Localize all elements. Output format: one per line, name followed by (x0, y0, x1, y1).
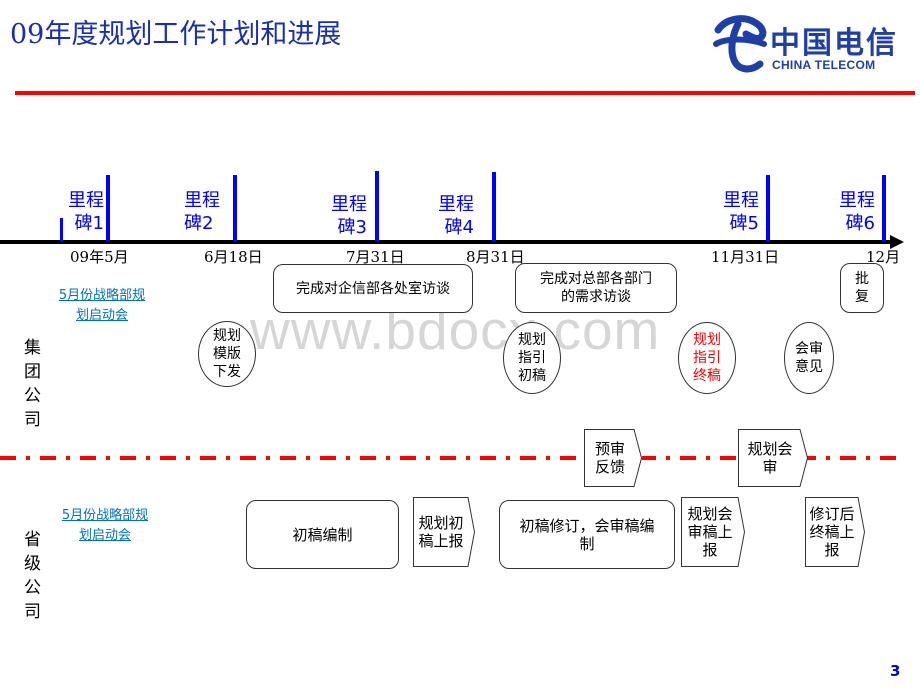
china-telecom-logo: 中国电信 CHINA TELECOM (712, 14, 912, 78)
timeline-axis (0, 240, 892, 244)
box-approval: 批 复 (840, 263, 884, 313)
header-divider (15, 91, 915, 95)
box-draft-compile: 初稿编制 (246, 500, 399, 569)
milestone-tick-3 (375, 171, 379, 242)
milestone-label-6: 里程 碑6 (839, 190, 875, 234)
logo-chinese: 中国电信 (770, 26, 898, 61)
province-company-label: 省 级 公 司 (24, 530, 41, 622)
milestone-label-2: 里程 碑2 (184, 190, 220, 234)
china-telecom-e-icon (713, 15, 767, 73)
group-company-label: 集 团 公 司 (24, 338, 41, 430)
milestone-label-4: 里程 碑4 (438, 194, 474, 238)
milestone-label-3: 里程 碑3 (331, 194, 367, 238)
milestone-tick-6 (882, 175, 886, 242)
oval-template-release: 规划 模版 下发 (198, 321, 256, 387)
page-title: 09年度规划工作计划和进展 (10, 19, 342, 50)
chevron-draft-report: 规划初 稿上报 (413, 497, 475, 567)
milestone-label-5: 里程 碑5 (723, 190, 759, 234)
province-kickoff-link[interactable]: 5月份战略部规 划启动会 (45, 506, 165, 546)
group-kickoff-link[interactable]: 5月份战略部规 划启动会 (42, 286, 162, 326)
oval-guide-final: 规划 指引 终稿 (678, 322, 736, 394)
oval-guide-draft: 规划 指引 初稿 (503, 322, 561, 394)
box-draft-revise: 初稿修订，会审稿编 制 (499, 500, 675, 569)
date-label-4: 8月31日 (466, 248, 525, 266)
date-label-5: 11月31日 (711, 248, 780, 266)
milestone-tick-4 (492, 172, 496, 242)
chevron-joint-review: 规划会审 (738, 429, 808, 487)
date-label-2: 6月18日 (204, 248, 263, 266)
chevron-pre-review-feedback: 预审 反馈 (584, 429, 642, 487)
milestone-tick-2 (233, 175, 237, 242)
milestone-tick-1 (106, 175, 110, 242)
milestone-label-1: 里程 碑1 (68, 190, 104, 234)
box-hq-interview: 完成对总部各部门 的需求访谈 (515, 263, 677, 313)
chevron-review-report: 规划会 审稿上报 (681, 497, 745, 567)
page-number: 3 (890, 662, 901, 680)
oval-review-opinion: 会审 意见 (784, 322, 834, 394)
milestone-tick-5 (766, 175, 770, 242)
box-enterprise-interview: 完成对企信部各处室访谈 (273, 264, 473, 313)
chevron-final-report: 修订后 终稿上报 (805, 497, 865, 567)
date-label-1: 09年5月 (70, 248, 129, 266)
logo-english: CHINA TELECOM (772, 58, 876, 72)
